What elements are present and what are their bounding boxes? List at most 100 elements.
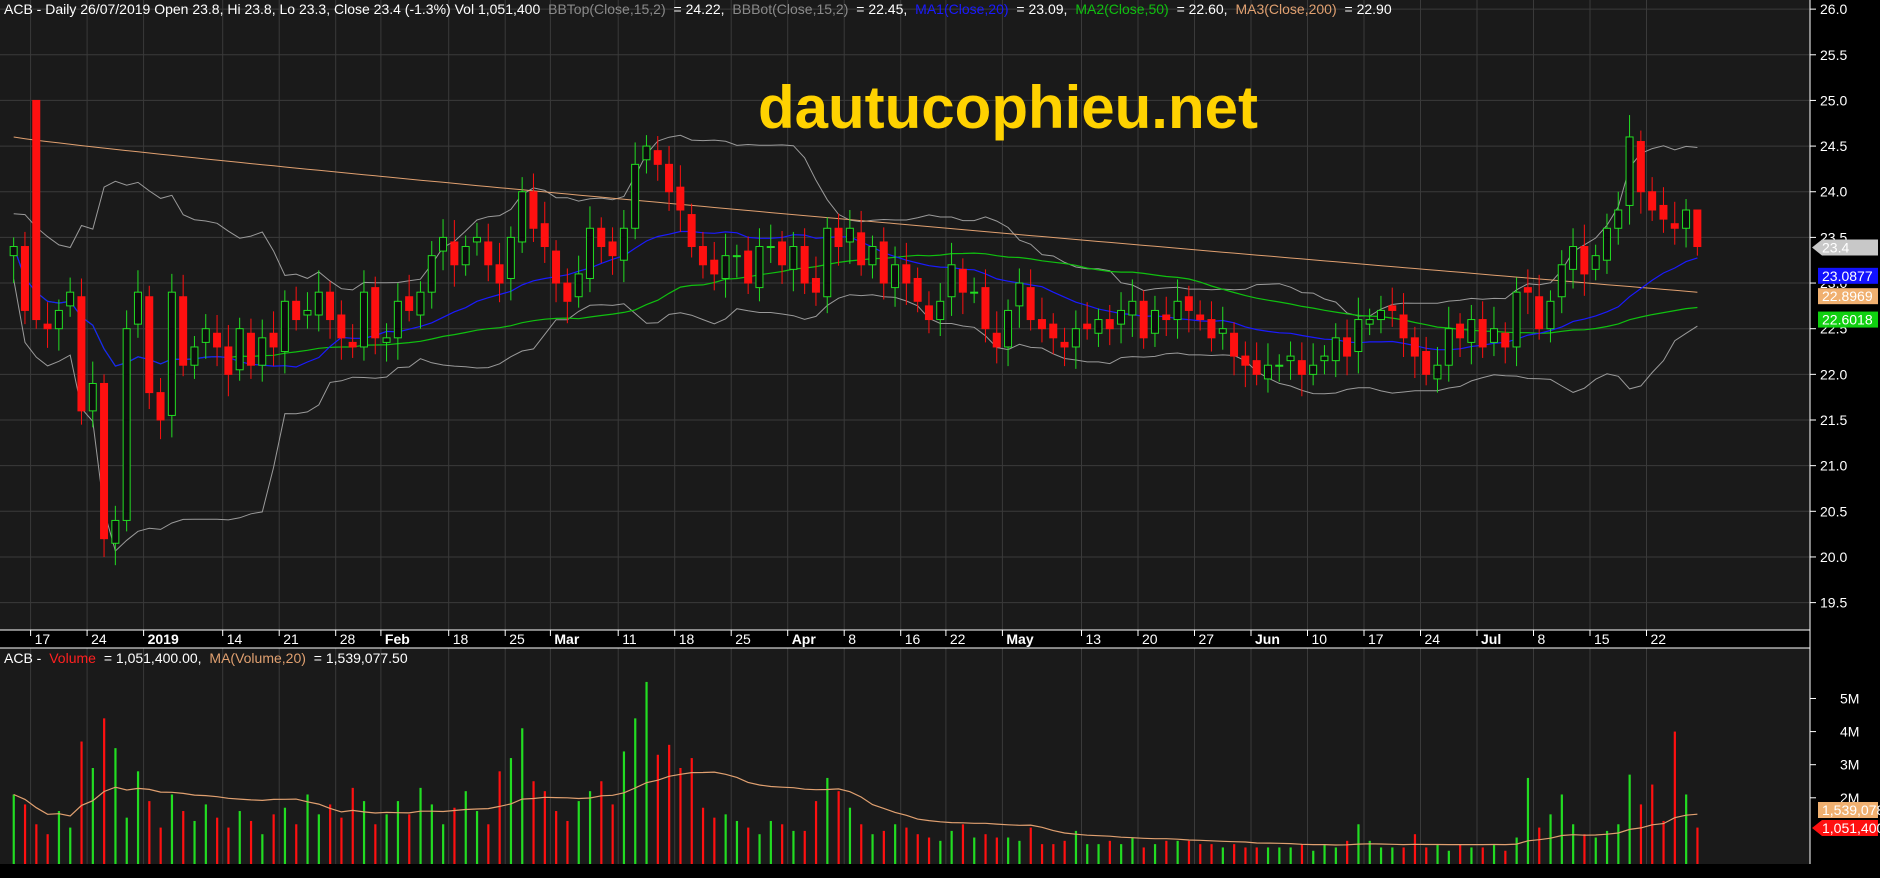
candle-body (1602, 227, 1611, 261)
volume-bar (1492, 844, 1496, 864)
volume-bar (814, 801, 818, 864)
candle-body (1433, 364, 1442, 380)
volume-bar (1515, 837, 1518, 864)
x-tick-label: 11 (622, 631, 637, 647)
candle-body (179, 296, 188, 366)
volume-bar (182, 811, 185, 864)
candle-body (1218, 328, 1227, 334)
candle-body (1037, 319, 1046, 330)
candle-body (88, 382, 97, 412)
candle-body (698, 246, 707, 266)
volume-bar (1526, 777, 1530, 864)
candle-body (1501, 332, 1510, 348)
volume-bar (860, 824, 863, 864)
candle-body (1478, 319, 1487, 348)
candle-body (1049, 323, 1058, 339)
candle-body (755, 246, 764, 289)
volume-bar (701, 807, 705, 864)
candle-body (1286, 355, 1295, 362)
candle-body (54, 309, 63, 330)
candle-body (834, 227, 843, 248)
ma2-value: = 22.60, (1177, 1, 1228, 17)
x-tick-label: 24 (91, 631, 107, 647)
y-tick-label: 21.5 (1820, 412, 1847, 428)
volume-bar (882, 830, 885, 864)
close-value-tag-text: 23.4 (1822, 240, 1849, 256)
volume-bar (385, 814, 388, 864)
candle-body (845, 227, 854, 243)
candle-body (936, 300, 945, 321)
volume-bar (23, 804, 27, 864)
volume-bar (1447, 850, 1450, 864)
volume-bar (1233, 844, 1236, 864)
candle-body (156, 392, 165, 421)
candle-body (1410, 337, 1419, 357)
x-tick-label: 17 (35, 631, 51, 647)
volume-bar (894, 824, 897, 864)
volume-bar (114, 748, 117, 864)
volume-bar (1063, 840, 1066, 864)
x-tick-label: 28 (340, 631, 356, 647)
candle-body (766, 246, 775, 249)
volume-bar (713, 817, 716, 864)
candle-body (1184, 296, 1193, 311)
volume-bar (781, 824, 784, 864)
volume-bar (464, 791, 467, 864)
candle-body (1659, 204, 1668, 220)
candle-body (981, 287, 990, 330)
volume-bar (950, 830, 953, 864)
volume-bar (1504, 850, 1507, 864)
candle-body (1399, 314, 1408, 339)
x-tick-label: 22 (1651, 631, 1667, 647)
stock-chart[interactable]: dautucophieu.net 26.0 25.5 25.0 24.5 24.0 23.… (0, 0, 1880, 878)
candle-body (292, 300, 301, 321)
candle-body (427, 255, 436, 293)
volume-bar (848, 807, 852, 864)
candle-body (1241, 355, 1250, 366)
candle-body (732, 255, 741, 258)
candle-body (484, 241, 493, 266)
volume-value: = 1,051,400.00, (104, 650, 202, 666)
volume-ma-value: = 1,539,077.50 (314, 650, 408, 666)
candle-body (1105, 319, 1114, 330)
x-tick-label: 21 (283, 631, 299, 647)
volume-bar (1153, 844, 1157, 864)
candle-body (857, 232, 866, 266)
candle-body (1422, 351, 1431, 375)
candle-body (1467, 319, 1476, 343)
volume-bar (611, 804, 614, 864)
candle-body (506, 236, 515, 279)
candle-body (280, 300, 289, 353)
candle-body (269, 332, 278, 348)
candle-body (585, 227, 594, 279)
volume-bar (1459, 844, 1462, 864)
volume-bar (1074, 830, 1078, 864)
volume-bar (1639, 804, 1643, 864)
candle-body (1060, 341, 1069, 348)
candle-body (1693, 209, 1702, 248)
y-tick-label: 22.0 (1820, 366, 1847, 382)
x-tick-label: 22 (950, 631, 966, 647)
volume-bar (1142, 847, 1145, 864)
candle-body (1546, 300, 1555, 330)
candle-body (20, 246, 29, 311)
x-tick-label: Feb (385, 631, 410, 647)
ma2-label: MA2(Close,50) (1075, 1, 1168, 17)
candle-body (213, 332, 222, 348)
volume-axis-ticks: 5M4M3M2M (1810, 690, 1859, 806)
candle-body (1343, 337, 1352, 357)
x-tick-label: 2019 (148, 631, 179, 647)
close-value-tag: 23.4 (1812, 239, 1878, 256)
volume-bar (769, 820, 772, 864)
volume-bar (1312, 850, 1315, 864)
volume-bar (80, 741, 83, 864)
volume-bar (1583, 834, 1586, 864)
volume-bar (1097, 844, 1100, 864)
volume-bar (91, 768, 94, 864)
candle-body (597, 227, 606, 248)
volume-bar (329, 804, 332, 864)
y-tick-label: 24.5 (1820, 138, 1847, 154)
volume-ma-value-tag: 1,539,078 (1818, 802, 1880, 818)
volume-bar (351, 787, 354, 864)
volume-bar (1685, 794, 1688, 864)
